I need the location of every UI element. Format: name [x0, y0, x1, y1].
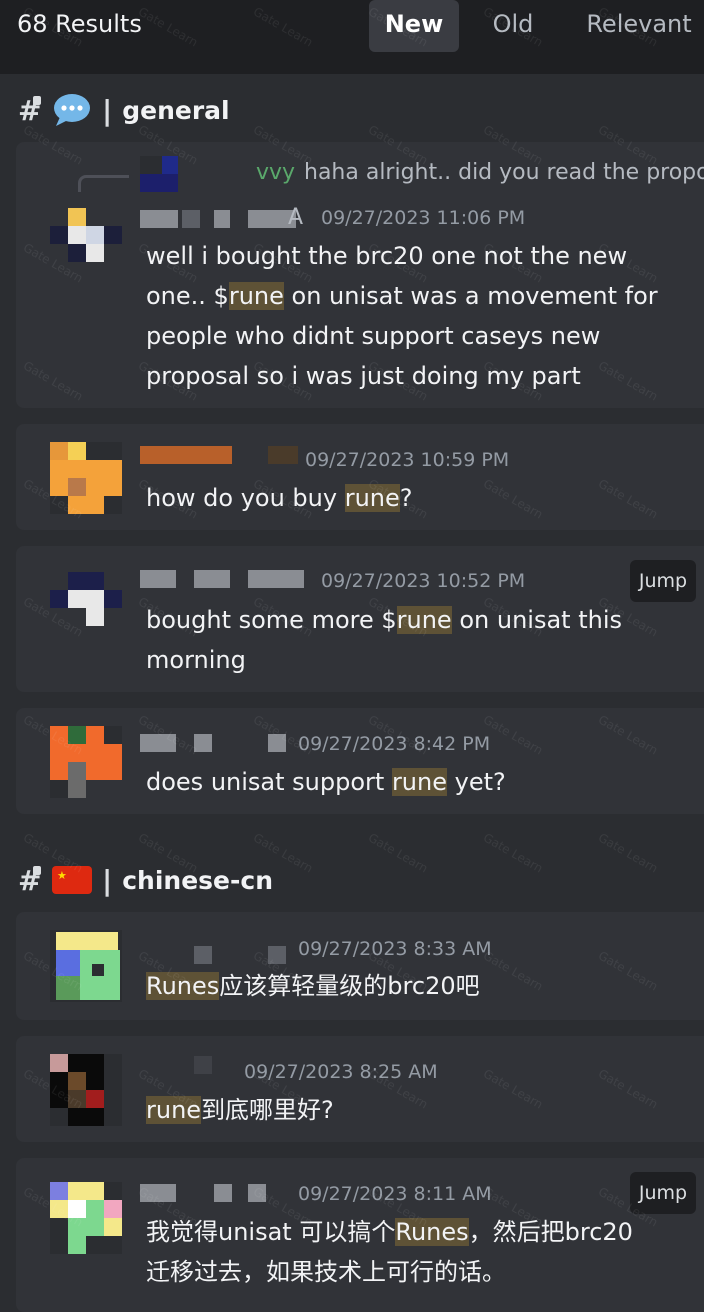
- results-count: 68 Results: [17, 10, 142, 38]
- avatar[interactable]: [50, 442, 122, 514]
- channel-header-chinese-cn[interactable]: # ★ | chinese-cn: [18, 860, 273, 900]
- china-flag-icon: ★: [52, 864, 92, 896]
- search-highlight: Runes: [395, 1218, 469, 1246]
- message-timestamp: 09/27/2023 8:33 AM: [298, 938, 492, 960]
- search-highlight: rune: [396, 606, 452, 634]
- search-highlight: rune: [391, 768, 447, 796]
- avatar[interactable]: [50, 1054, 122, 1126]
- message-text: yet?: [447, 768, 506, 796]
- search-result-message[interactable]: 09/27/2023 10:59 PM how do you buy rune?: [16, 424, 704, 530]
- message-timestamp: 09/27/2023 11:06 PM: [321, 207, 526, 229]
- message-timestamp: 09/27/2023 8:11 AM: [298, 1183, 492, 1205]
- message-content: rune到底哪里好?: [146, 1090, 666, 1130]
- avatar[interactable]: [50, 1182, 122, 1254]
- search-result-message[interactable]: vvy haha alright.. did you read the prop…: [16, 142, 704, 408]
- channel-header-general[interactable]: # | general: [18, 90, 230, 130]
- watermark-text: Gate Learn: [595, 830, 661, 876]
- search-result-message[interactable]: 09/27/2023 10:52 PM Jump bought some mor…: [16, 546, 704, 692]
- lock-icon: [33, 96, 41, 105]
- channel-name: general: [122, 95, 230, 125]
- watermark-text: Gate Learn: [365, 830, 431, 876]
- search-highlight: rune: [228, 282, 284, 310]
- reply-connector: [78, 175, 129, 192]
- author-name-redacted[interactable]: [140, 946, 300, 964]
- tab-relevant[interactable]: Relevant: [578, 0, 700, 52]
- message-content: well i bought the brc20 one not the new …: [146, 236, 666, 396]
- author-name-redacted[interactable]: [140, 570, 304, 588]
- message-text: does unisat support: [146, 768, 392, 796]
- message-text: 应该算轻量级的brc20吧: [219, 972, 480, 1000]
- message-text: bought some more $: [146, 606, 397, 634]
- message-timestamp: 09/27/2023 8:25 AM: [244, 1061, 438, 1083]
- message-text: how do you buy: [146, 484, 345, 512]
- author-name-redacted[interactable]: [140, 734, 300, 752]
- author-name-redacted[interactable]: [140, 210, 300, 228]
- reply-avatar: [140, 156, 178, 192]
- message-content: how do you buy rune?: [146, 478, 666, 518]
- jump-button[interactable]: Jump: [630, 1172, 696, 1214]
- message-content: does unisat support rune yet?: [146, 762, 666, 802]
- author-name-redacted[interactable]: [140, 1184, 300, 1202]
- avatar[interactable]: [50, 726, 122, 798]
- search-result-message[interactable]: 09/27/2023 8:11 AM Jump 我觉得unisat 可以搞个Ru…: [16, 1158, 704, 1312]
- message-text: 我觉得unisat 可以搞个: [146, 1218, 396, 1246]
- channel-separator: |: [102, 863, 113, 897]
- message-content: bought some more $rune on unisat this mo…: [146, 600, 666, 680]
- author-name-redacted[interactable]: [194, 1056, 214, 1074]
- message-timestamp: 09/27/2023 10:59 PM: [305, 449, 510, 471]
- message-content: Runes应该算轻量级的brc20吧: [146, 966, 666, 1006]
- avatar[interactable]: [50, 208, 122, 280]
- search-result-message[interactable]: 09/27/2023 8:42 PM does unisat support r…: [16, 708, 704, 814]
- avatar[interactable]: [50, 930, 122, 1002]
- speech-bubble-icon: [52, 94, 92, 126]
- avatar[interactable]: [50, 572, 122, 644]
- search-result-message[interactable]: 09/27/2023 8:25 AM rune到底哪里好?: [16, 1036, 704, 1142]
- search-highlight: Runes: [146, 972, 220, 1000]
- channel-separator: |: [102, 93, 113, 127]
- channel-name: chinese-cn: [122, 865, 274, 895]
- tab-old[interactable]: Old: [472, 0, 554, 52]
- search-result-message[interactable]: 09/27/2023 8:33 AM Runes应该算轻量级的brc20吧: [16, 912, 704, 1020]
- watermark-text: Gate Learn: [480, 830, 546, 876]
- svg-text:★: ★: [57, 869, 67, 882]
- message-timestamp: 09/27/2023 8:42 PM: [298, 733, 491, 755]
- reply-preview-text[interactable]: haha alright.. did you read the propo: [304, 160, 704, 185]
- author-name-suffix: A: [288, 205, 304, 230]
- message-text: 到底哪里好?: [201, 1096, 334, 1124]
- search-highlight: rune: [146, 1096, 202, 1124]
- lock-icon: [33, 866, 41, 875]
- message-content: 我觉得unisat 可以搞个Runes，然后把brc20迁移过去，如果技术上可行…: [146, 1212, 646, 1292]
- reply-author: vvy: [256, 160, 296, 185]
- jump-button[interactable]: Jump: [630, 560, 696, 602]
- message-text: ?: [399, 484, 413, 512]
- author-name-redacted[interactable]: [140, 446, 306, 464]
- message-timestamp: 09/27/2023 10:52 PM: [321, 570, 526, 592]
- tab-new[interactable]: New: [369, 0, 459, 52]
- search-highlight: rune: [344, 484, 400, 512]
- search-results-header: 68 Results New Old Relevant: [0, 0, 704, 74]
